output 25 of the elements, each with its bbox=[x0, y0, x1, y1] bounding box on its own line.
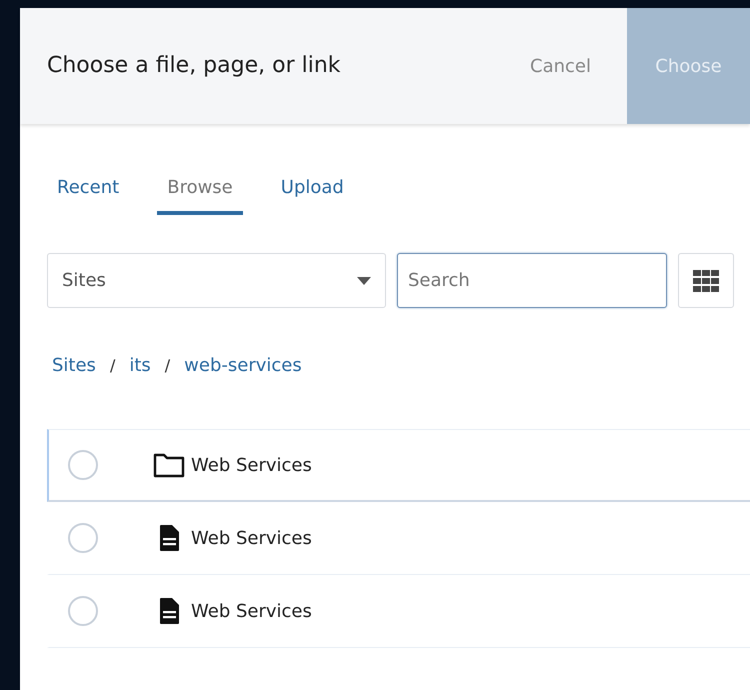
breadcrumb-link[interactable]: web-services bbox=[184, 352, 302, 379]
tab[interactable]: Browse bbox=[157, 174, 243, 215]
tab[interactable]: Recent bbox=[47, 174, 130, 215]
list-row[interactable]: Web Services bbox=[47, 429, 750, 502]
item-name: Web Services bbox=[191, 600, 312, 624]
breadcrumb-separator: / bbox=[110, 354, 116, 376]
grid-view-button[interactable] bbox=[678, 253, 734, 308]
dialog-title: Choose a file, page, or link bbox=[47, 52, 342, 80]
tab[interactable]: Upload bbox=[270, 174, 354, 215]
list-row[interactable]: Web Services bbox=[47, 575, 750, 648]
radio-button[interactable] bbox=[68, 523, 98, 553]
cancel-button[interactable]: Cancel bbox=[494, 8, 627, 124]
folder-icon bbox=[153, 452, 185, 478]
caret-icon bbox=[357, 276, 371, 284]
breadcrumb-separator: / bbox=[164, 354, 170, 376]
grid-icon bbox=[693, 270, 719, 292]
search-field[interactable]: Search bbox=[397, 253, 667, 308]
item-name: Web Services bbox=[191, 526, 312, 550]
item-name: Web Services bbox=[191, 454, 312, 478]
list-row[interactable]: Web Services bbox=[47, 502, 750, 575]
radio-button[interactable] bbox=[68, 450, 98, 480]
breadcrumb-link[interactable]: its bbox=[129, 352, 151, 379]
sites-dropdown[interactable]: Sites bbox=[47, 253, 386, 308]
radio-button[interactable] bbox=[68, 596, 98, 626]
breadcrumb-link[interactable]: Sites bbox=[52, 352, 96, 379]
